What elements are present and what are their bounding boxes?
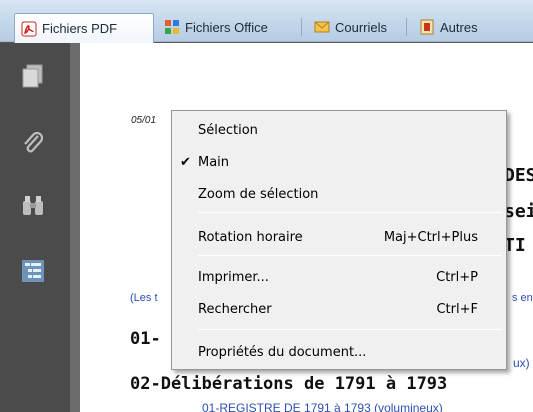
menu-item-selection[interactable]: Sélection xyxy=(174,118,504,142)
menu-item-label: Rechercher xyxy=(198,301,272,317)
menu-item-shortcut: Ctrl+F xyxy=(436,301,478,317)
document-date: 05/01 xyxy=(131,115,157,126)
document-heading-line-1: DES xyxy=(504,165,533,186)
menu-item-label: Propriétés du document... xyxy=(198,344,367,360)
document-heading-line-2: sei xyxy=(504,201,533,222)
tab-autres[interactable]: Autres xyxy=(413,14,478,40)
binoculars-icon[interactable] xyxy=(20,193,46,219)
menu-item-label: Imprimer... xyxy=(198,269,269,285)
document-link-fragment[interactable]: ux) xyxy=(513,356,530,370)
navigation-sidebar xyxy=(0,43,70,412)
menu-item-rotate-clockwise[interactable]: Rotation horaire Maj+Ctrl+Plus xyxy=(174,225,504,249)
section-heading-01: 01- xyxy=(130,329,161,349)
menu-item-zoom-selection[interactable]: Zoom de sélection xyxy=(174,182,504,206)
section-heading-02: 02-Délibérations de 1791 à 1793 xyxy=(130,374,448,394)
tab-label: Fichiers Office xyxy=(185,19,268,35)
sidebar-border xyxy=(70,43,80,412)
menu-separator xyxy=(198,329,502,330)
menu-item-search[interactable]: Rechercher Ctrl+F xyxy=(174,297,504,321)
tab-courriels[interactable]: Courriels xyxy=(308,14,387,40)
file-type-tabbar: Fichiers PDF Fichiers Office Courriels A… xyxy=(0,0,533,43)
menu-separator xyxy=(198,255,502,256)
pages-icon[interactable] xyxy=(20,63,46,89)
tab-fichiers-office[interactable]: Fichiers Office xyxy=(158,14,268,40)
pdf-icon xyxy=(21,21,37,37)
menu-item-label: Main xyxy=(198,154,230,170)
email-icon xyxy=(314,19,330,35)
menu-item-shortcut: Maj+Ctrl+Plus xyxy=(383,229,478,245)
menu-item-label: Sélection xyxy=(198,122,258,138)
menu-item-main[interactable]: ✔ Main xyxy=(174,150,504,174)
menu-item-label: Rotation horaire xyxy=(198,229,303,245)
attachment-icon[interactable] xyxy=(20,130,46,156)
tab-separator xyxy=(301,18,302,36)
document-link[interactable]: 01-REGISTRE DE 1791 à 1793 (volumineux) xyxy=(202,401,443,412)
tab-label: Fichiers PDF xyxy=(42,21,118,36)
document-heading-line-3: TI xyxy=(504,235,526,256)
other-files-icon xyxy=(419,19,435,35)
menu-item-print[interactable]: Imprimer... Ctrl+P xyxy=(174,265,504,289)
tab-fichiers-pdf[interactable]: Fichiers PDF xyxy=(14,13,154,43)
menu-separator xyxy=(198,212,502,213)
menu-item-shortcut: Ctrl+P xyxy=(436,269,478,285)
tab-separator xyxy=(406,18,407,36)
checkmark-icon: ✔ xyxy=(180,154,191,170)
tab-label: Autres xyxy=(440,19,478,35)
context-menu: Sélection ✔ Main Zoom de sélection Rotat… xyxy=(171,110,507,370)
menu-item-label: Zoom de sélection xyxy=(198,186,319,202)
menu-item-document-properties[interactable]: Propriétés du document... xyxy=(174,340,504,364)
document-note-end: s en xyxy=(512,292,533,304)
bookmarks-icon[interactable] xyxy=(20,258,46,284)
tab-label: Courriels xyxy=(335,19,388,35)
office-icon xyxy=(164,19,180,35)
document-note: (Les t xyxy=(130,292,158,304)
